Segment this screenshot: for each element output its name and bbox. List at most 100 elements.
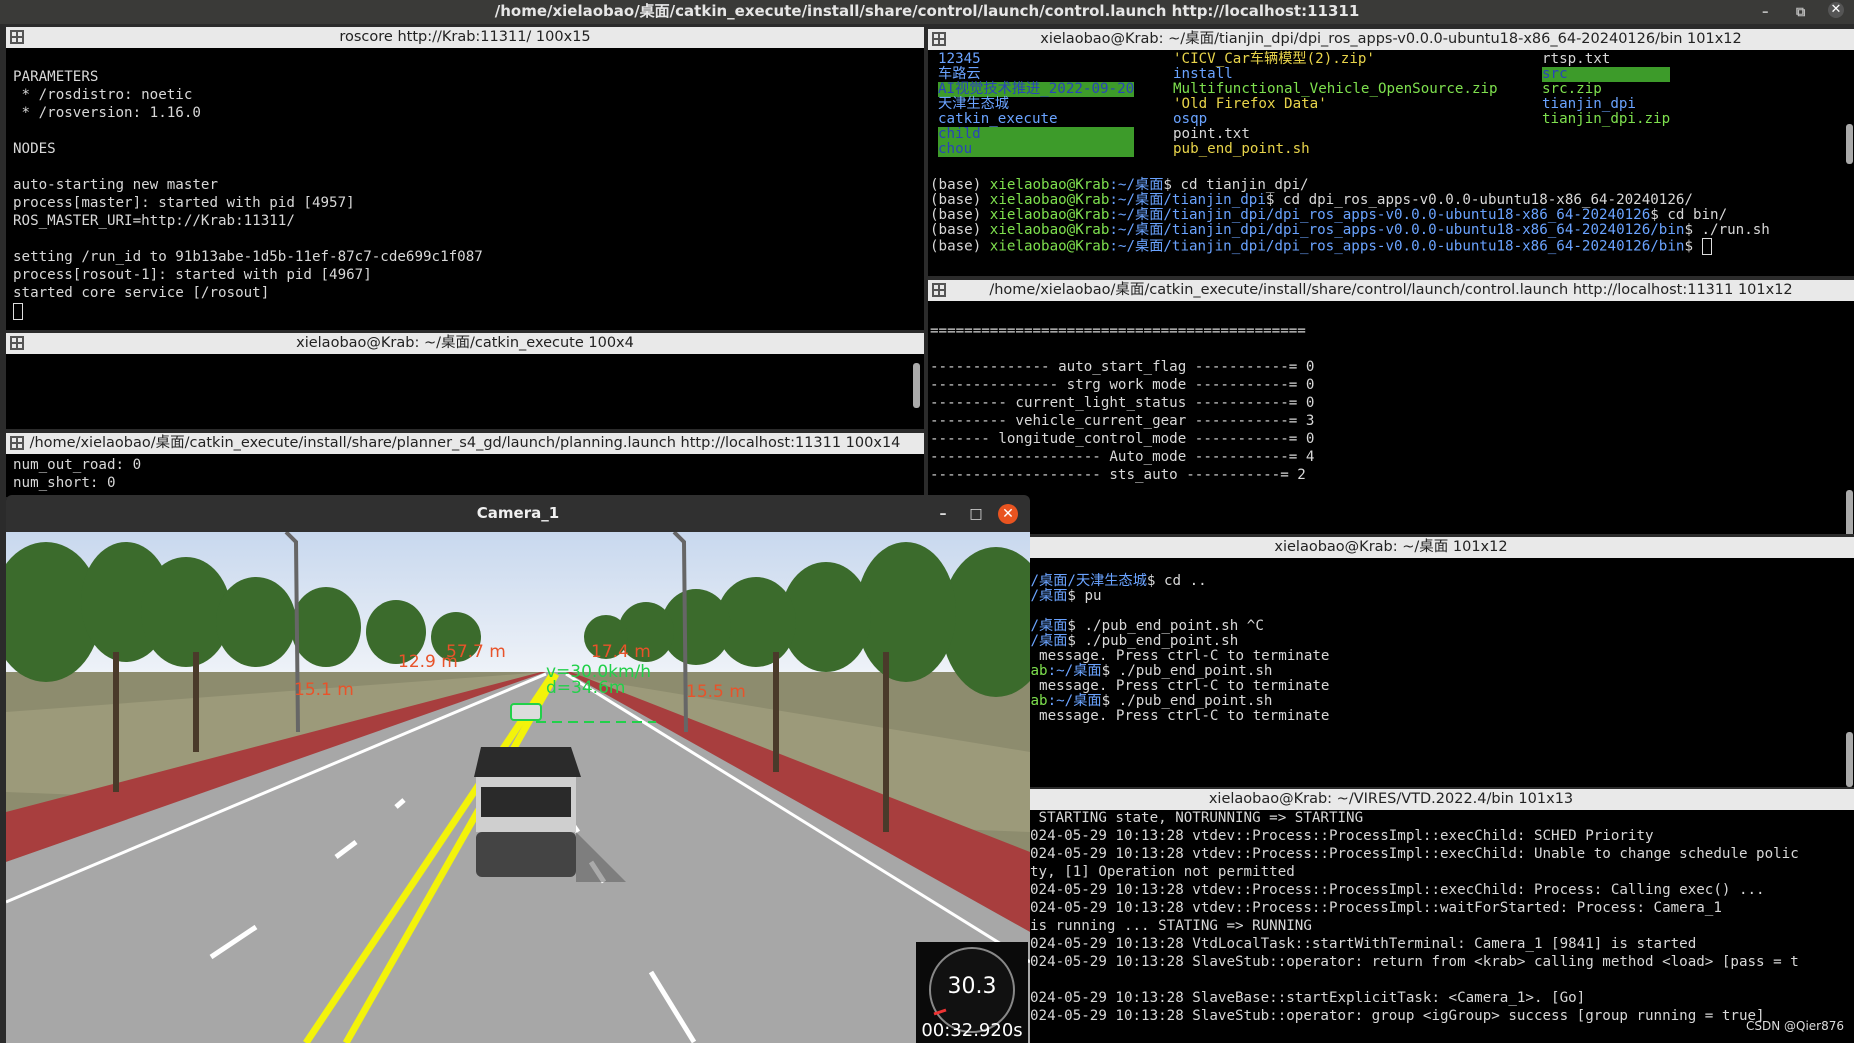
prompt-pre: (base) [930, 177, 990, 193]
ls-entry: 天津生态城 [938, 96, 1009, 112]
shell-prompt-line: (base) xielaobao@Krab:~/桌面/tianjin_dpi/d… [930, 208, 1770, 223]
vtd-output: STARTING state, NOTRUNNING => STARTING 02… [928, 809, 1854, 1043]
terminal-line: 024-05-29 10:13:28 SlaveStub::operator: … [1030, 954, 1799, 970]
catkin-terminal[interactable]: xielaobao@Krab: ~/桌面/catkin_execute 100x… [6, 333, 924, 429]
terminal-grid-icon[interactable] [932, 32, 946, 46]
ls-entry: Multifunctional_Vehicle_OpenSource.zip [1173, 81, 1498, 97]
distance-label: 15.1 m [294, 680, 354, 700]
ls-entry: point.txt [1173, 126, 1250, 142]
terminal-line: num_short: 0 [13, 475, 116, 491]
prompt-cmd: $ cd dpi_ros_apps-v0.0.0-ubuntu18-x86_64… [1265, 192, 1693, 208]
distance-annotation: d=34.6m [546, 678, 626, 698]
prompt-user: xielaobao@Krab [989, 177, 1110, 193]
tianjin-terminal[interactable]: xielaobao@Krab: ~/桌面/tianjin_dpi/dpi_ros… [928, 29, 1854, 276]
terminal-line: -------------------- Auto_mode ---------… [930, 449, 1315, 465]
tianjin-scrollbar[interactable] [1846, 124, 1853, 164]
terminal-line: and latching message. Press ctrl-C to te… [928, 709, 1854, 724]
terminal-line: xielaobao@Krab:~/桌面$ ./pub_end_point.sh [928, 664, 1854, 679]
prompt-path: :~/桌面/tianjin_dpi [1109, 192, 1266, 208]
ls-column-3: rtsp.txt src src.zip tianjin_dpi tianjin_dpi… [1542, 52, 1671, 127]
terminal-line: ty, [1] Operation not permitted [1030, 864, 1295, 880]
close-icon[interactable]: ✕ [1828, 2, 1844, 18]
planning-terminal[interactable]: /home/xielaobao/桌面/catkin_execute/instal… [6, 433, 924, 497]
camera-titlebar[interactable]: Camera_1 – □ ✕ [6, 495, 1030, 532]
ls-entry: pub_end_point.sh [1173, 141, 1310, 157]
terminal-line: pushd [928, 604, 1854, 619]
terminal-line: STARTING state, NOTRUNNING => STARTING [1030, 810, 1364, 826]
desktop-scrollbar[interactable] [1846, 732, 1853, 787]
minimize-icon[interactable]: – [933, 504, 953, 524]
line-segment: :~/桌面 [1047, 663, 1102, 679]
terminal-line: is running ... STATING => RUNNING [1030, 918, 1312, 934]
prompt-user: xielaobao@Krab [989, 192, 1110, 208]
tianjin-pane-titlebar: xielaobao@Krab: ~/桌面/tianjin_dpi/dpi_ros… [928, 29, 1854, 50]
control-terminal[interactable]: /home/xielaobao/桌面/catkin_execute/instal… [928, 280, 1854, 534]
vtd-terminal[interactable]: xielaobao@Krab: ~/VIRES/VTD.2022.4/bin 1… [928, 789, 1854, 1043]
catkin-scrollbar[interactable] [913, 363, 920, 408]
line-segment: :~/桌面 [1047, 693, 1102, 709]
ls-entry: tianjin_dpi [1542, 96, 1636, 112]
ls-entry: 'CICV_Car车辆模型(2).zip' [1173, 51, 1375, 67]
terminal-line: auto-starting new master [13, 177, 218, 193]
line-segment: $ pu [1067, 588, 1102, 604]
terminal-line: ------- longitude_control_mode ---------… [930, 431, 1315, 447]
ls-entry: src.zip [1542, 81, 1602, 97]
terminal-line: --------- current_light_status ---------… [930, 395, 1315, 411]
prompt-cmd: $ [1684, 238, 1702, 255]
prompt-user: xielaobao@Krab [989, 222, 1110, 238]
terminal-line: 024-05-29 10:13:28 vtdev::Process::Proce… [1030, 900, 1722, 916]
terminal-line: and latching message. Press ctrl-C to te… [928, 679, 1854, 694]
maximize-icon[interactable]: □ [966, 504, 986, 524]
distance-label: 17.4 m [591, 642, 651, 662]
close-icon[interactable]: ✕ [998, 504, 1018, 524]
catkin-pane-titlebar: xielaobao@Krab: ~/桌面/catkin_execute 100x… [6, 333, 924, 354]
line-segment: $ ./pub_end_point.sh [1101, 693, 1273, 709]
camera-scene: 15.1 m 12.9 m 57.7 m 17.4 m 15.5 m v=30.… [6, 530, 1030, 1043]
terminal-line: 024-05-29 10:13:28 SlaveBase::startExpli… [1030, 990, 1586, 1006]
vtd-pane-titlebar: xielaobao@Krab: ~/VIRES/VTD.2022.4/bin 1… [928, 789, 1854, 810]
distance-label: 57.7 m [446, 642, 506, 662]
elapsed-time: 00:32.920s [921, 1020, 1023, 1041]
terminal-line: 024-05-29 10:13:28 vtdev::Process::Proce… [1030, 828, 1654, 844]
line-segment: :~/桌面/天津生态城 [1013, 573, 1147, 589]
terminal-line: 024-05-29 10:13:28 VtdLocalTask::startWi… [1030, 936, 1697, 952]
main-window-titlebar: /home/xielaobao/桌面/catkin_execute/instal… [0, 0, 1854, 24]
main-window-title: /home/xielaobao/桌面/catkin_execute/instal… [494, 2, 1360, 20]
terminal-line: -------------------- sts_auto ----------… [930, 467, 1306, 483]
road-scene-render [6, 530, 1030, 1043]
control-scrollbar[interactable] [1846, 490, 1853, 534]
control-pane-titlebar: /home/xielaobao/桌面/catkin_execute/instal… [928, 280, 1854, 301]
terminal-grid-icon[interactable] [10, 336, 24, 350]
ls-column-2: 'CICV_Car车辆模型(2).zip' install Multifunctio… [1173, 52, 1498, 157]
roscore-pane-titlebar: roscore http://Krab:11311/ 100x15 [6, 27, 924, 48]
prompt-path: :~/桌面/tianjin_dpi/dpi_ros_apps-v0.0.0-ub… [1109, 207, 1651, 223]
prompt-user: xielaobao@Krab [989, 238, 1110, 255]
prompt-cmd: $ cd tianjin_dpi/ [1163, 177, 1309, 193]
terminal-grid-icon[interactable] [10, 436, 24, 450]
restore-icon[interactable]: ⧉ [1796, 2, 1805, 24]
roscore-terminal[interactable]: roscore http://Krab:11311/ 100x15 PARAME… [6, 27, 924, 330]
control-output: ========================================… [928, 304, 1854, 534]
catkin-pane-title: xielaobao@Krab: ~/桌面/catkin_execute 100x… [296, 335, 634, 351]
watermark: CSDN @Qier876 [1745, 1019, 1844, 1033]
line-segment: $ cd .. [1146, 573, 1207, 589]
minimize-icon[interactable]: – [1762, 2, 1769, 24]
line-segment: $ ./pub_end_point.sh [1067, 633, 1239, 649]
prompt-pre: (base) [930, 207, 990, 223]
terminal-line: aobao@Krab:~/桌面$ ./pub_end_point.sh [928, 634, 1854, 649]
desktop-terminal[interactable]: xielaobao@Krab: ~/桌面 101x12 pushdaobao@K… [928, 537, 1854, 787]
terminal-line: num_out_road: 0 [13, 457, 142, 473]
camera-window[interactable]: Camera_1 – □ ✕ 15.1 m 12.9 m 57.7 m 17.4… [6, 495, 1030, 1043]
terminal-line: setting /run_id to 91b13abe-1d5b-11ef-87… [13, 249, 483, 265]
ls-entry: AI视觉技术推进_2022-09-20 [938, 81, 1135, 97]
distance-label: 15.5 m [686, 682, 746, 702]
prompt-pre: (base) [930, 222, 990, 238]
terminal-grid-icon[interactable] [932, 283, 946, 297]
terminal-grid-icon[interactable] [10, 30, 24, 44]
terminal-line: started core service [/rosout] [13, 285, 270, 301]
tianjin-prompts: (base) xielaobao@Krab:~/桌面$ cd tianjin_d… [930, 178, 1770, 255]
